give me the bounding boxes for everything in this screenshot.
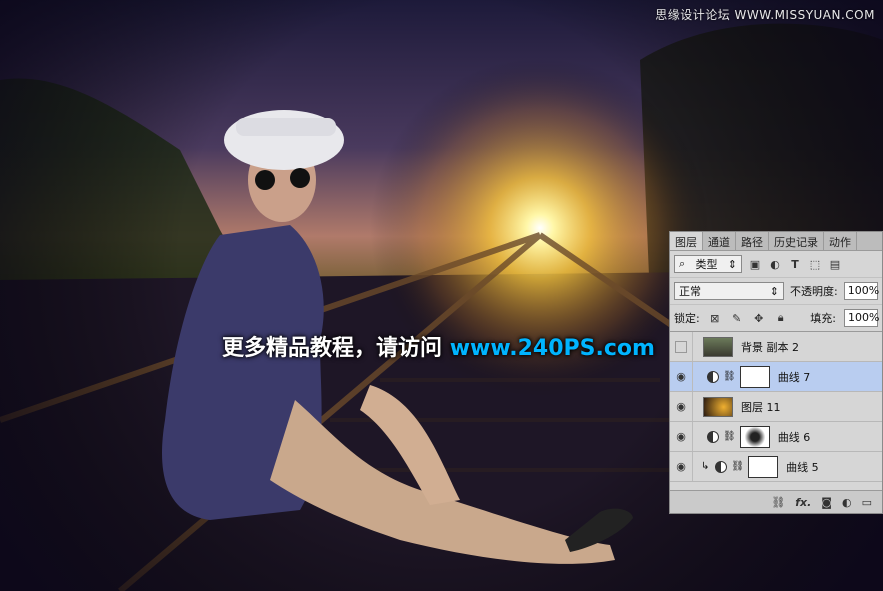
curves-adjustment-icon	[707, 430, 719, 443]
smart-object-filter-icon[interactable]: ▤	[828, 257, 842, 271]
filter-kind-select[interactable]: ⌕ 类型 ⇕	[674, 255, 742, 273]
image-filter-icon[interactable]: ▣	[748, 257, 762, 271]
panel-footer: ⛓ fx. ◙ ◐ ▭	[670, 490, 882, 513]
visibility-toggle[interactable]: ◉	[670, 422, 693, 451]
layer-name: 曲线 7	[777, 370, 811, 384]
opacity-label: 不透明度:	[790, 285, 838, 298]
watermark: 思缘设计论坛 WWW.MISSYUAN.COM	[655, 8, 875, 22]
layer-row[interactable]: ◉ ⛓ 曲线 6	[670, 422, 882, 452]
new-adjustment-icon[interactable]: ◐	[842, 496, 852, 509]
promo-url[interactable]: www.240PS.com	[450, 336, 655, 361]
layer-row[interactable]: ◉ ⛓ 曲线 7	[670, 362, 882, 392]
shape-filter-icon[interactable]: ⬚	[808, 257, 822, 271]
panel-tabs: 图层 通道 路径 历史记录 动作	[670, 232, 882, 251]
link-icon: ⛓	[731, 461, 745, 472]
lock-all-icon[interactable]: 🔒︎	[774, 311, 788, 325]
opacity-input[interactable]: 100%	[843, 282, 879, 300]
layer-row[interactable]: ◉ 图层 11	[670, 392, 882, 422]
visibility-toggle[interactable]	[670, 332, 693, 361]
layer-name: 图层 11	[741, 400, 781, 414]
layer-row[interactable]: 背景 副本 2	[670, 332, 882, 362]
tab-paths[interactable]: 路径	[736, 232, 769, 250]
link-icon: ⛓	[723, 431, 736, 442]
link-layers-icon[interactable]: ⛓	[771, 496, 785, 509]
search-icon: ⌕	[679, 257, 686, 270]
layer-name: 曲线 6	[777, 430, 811, 444]
lock-transparent-icon[interactable]: ⊠	[708, 311, 722, 325]
updown-icon: ⇕	[769, 284, 779, 298]
layer-mask-thumbnail[interactable]	[739, 425, 770, 448]
lock-row: 锁定: ⊠ ✎ ✥ 🔒︎ 填充: 100%	[670, 304, 882, 331]
link-icon: ⛓	[723, 371, 736, 382]
clip-arrow-icon: ↳	[701, 461, 710, 472]
add-mask-icon[interactable]: ◙	[821, 496, 832, 509]
layer-name: 曲线 5	[786, 460, 819, 474]
lock-move-icon[interactable]: ✥	[752, 311, 766, 325]
lock-brush-icon[interactable]: ✎	[730, 311, 744, 325]
layer-thumbnail	[703, 396, 733, 417]
promo-text: 更多精品教程，请访问 www.240PS.com	[222, 330, 655, 362]
tab-layers[interactable]: 图层	[670, 232, 703, 250]
hidden-box-icon	[675, 340, 687, 353]
adjustment-filter-icon[interactable]: ◐	[768, 257, 782, 271]
layer-list: 背景 副本 2 ◉ ⛓ 曲线 7 ◉ 图层 11 ◉ ⛓ 曲线 6 ◉ ↳ ⛓	[670, 331, 882, 482]
layers-panel: 图层 通道 路径 历史记录 动作 ⌕ 类型 ⇕ ▣ ◐ T ⬚ ▤ 正常 ⇕ 不…	[669, 231, 883, 514]
curves-adjustment-icon	[707, 370, 719, 383]
tab-history[interactable]: 历史记录	[769, 232, 824, 250]
updown-icon: ⇕	[727, 257, 737, 271]
visibility-toggle[interactable]: ◉	[670, 392, 693, 421]
eye-icon: ◉	[676, 370, 686, 383]
blend-row: 正常 ⇕ 不透明度: 100%	[670, 277, 882, 304]
layer-mask-thumbnail[interactable]	[748, 455, 779, 478]
blend-mode-select[interactable]: 正常 ⇕	[674, 282, 784, 300]
filter-row: ⌕ 类型 ⇕ ▣ ◐ T ⬚ ▤	[670, 251, 882, 277]
eye-icon: ◉	[676, 430, 686, 443]
tab-channels[interactable]: 通道	[703, 232, 736, 250]
blend-mode-value: 正常	[679, 285, 701, 298]
type-filter-icon[interactable]: T	[788, 257, 802, 271]
eye-icon: ◉	[676, 400, 686, 413]
new-group-icon[interactable]: ▭	[862, 496, 872, 509]
layer-row[interactable]: ◉ ↳ ⛓ 曲线 5	[670, 452, 882, 482]
curves-adjustment-icon	[715, 460, 728, 473]
lock-label: 锁定:	[674, 312, 700, 325]
fill-label: 填充:	[810, 312, 836, 325]
visibility-toggle[interactable]: ◉	[670, 452, 693, 481]
fill-input[interactable]: 100%	[844, 309, 879, 327]
filter-kind-value: 类型	[695, 258, 718, 271]
visibility-toggle[interactable]: ◉	[670, 362, 693, 391]
promo-caption: 更多精品教程，请访问	[222, 336, 443, 361]
layer-mask-thumbnail[interactable]	[739, 365, 770, 388]
fx-icon[interactable]: fx.	[795, 496, 811, 509]
eye-icon: ◉	[676, 460, 686, 473]
layer-name: 背景 副本 2	[741, 340, 799, 354]
layer-thumbnail	[703, 336, 733, 357]
tab-actions[interactable]: 动作	[824, 232, 857, 250]
